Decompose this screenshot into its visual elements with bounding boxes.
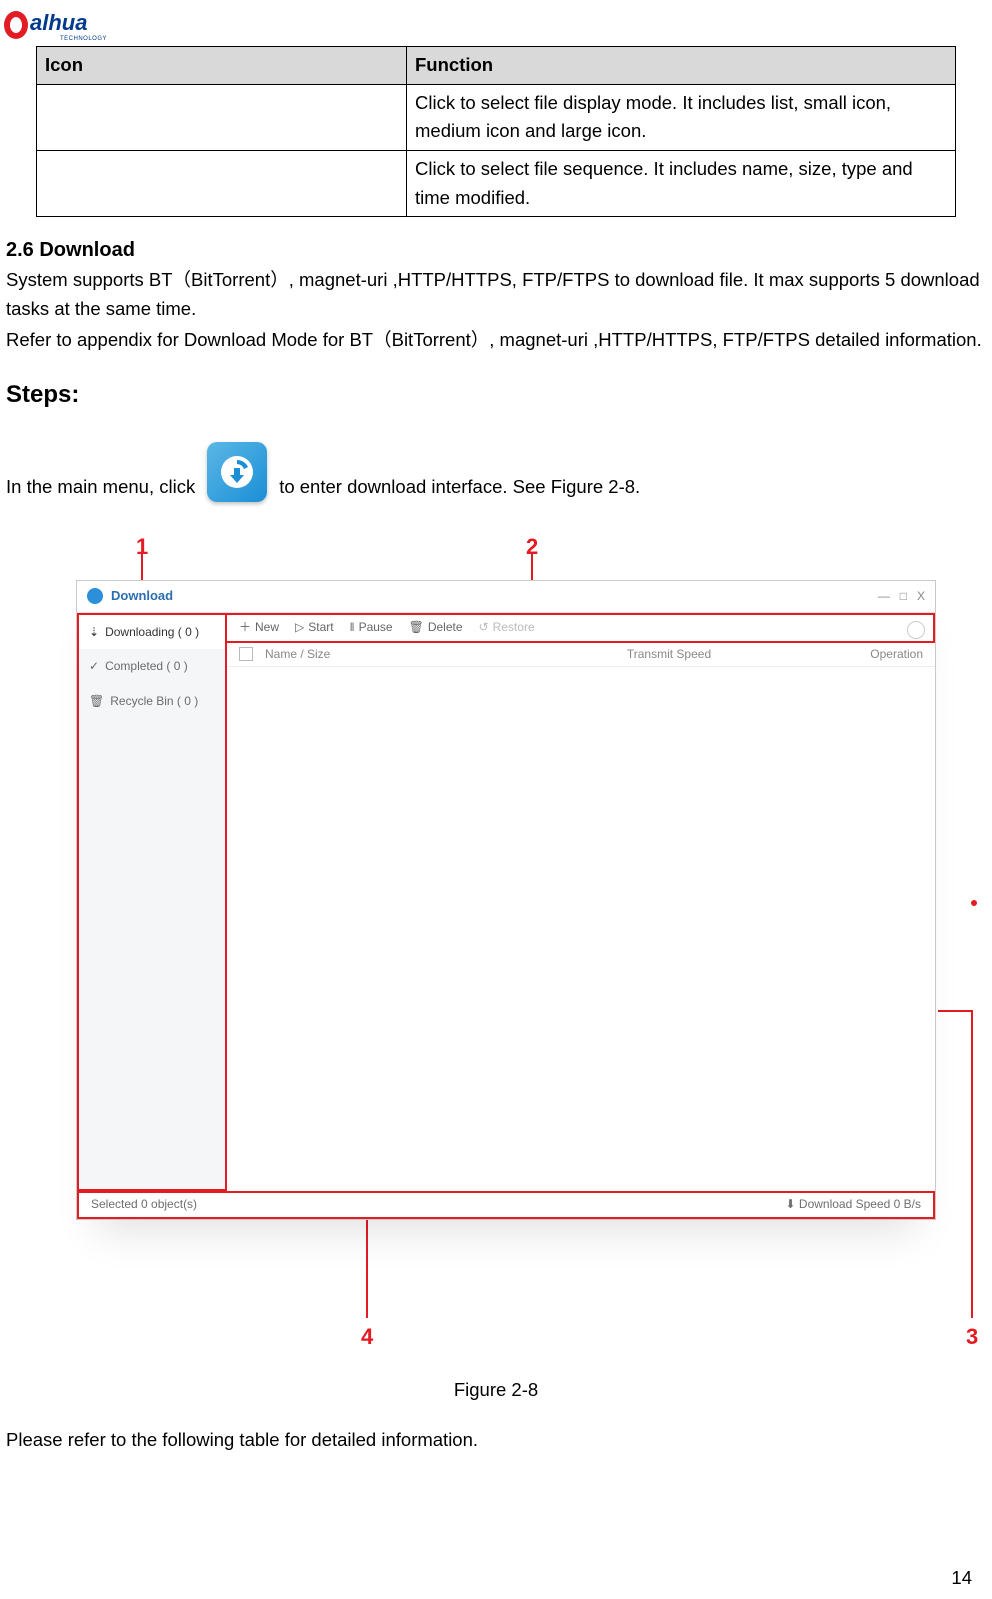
svg-text:TECHNOLOGY: TECHNOLOGY — [60, 36, 107, 42]
status-speed-value: Download Speed 0 B/s — [799, 1197, 921, 1211]
download-list-area — [227, 667, 935, 1191]
callout-dot — [971, 900, 977, 906]
play-icon: ▷ — [295, 618, 304, 637]
cell-func-1: Click to select file display mode. It in… — [407, 84, 956, 150]
button-label: Pause — [359, 618, 393, 637]
callout-line — [366, 1220, 368, 1318]
pause-icon: ‖ — [350, 618, 355, 637]
download-window: Download — □ X ⇣ Downloading ( 0 ) ✓ Co — [76, 580, 936, 1220]
sidebar-item-completed[interactable]: ✓ Completed ( 0 ) — [79, 649, 225, 684]
sidebar-item-label: Completed ( 0 ) — [105, 657, 188, 676]
pause-button[interactable]: ‖Pause — [350, 618, 393, 637]
restore-icon: ↺ — [479, 618, 489, 637]
section-heading: 2.6 Download — [6, 235, 986, 266]
start-button[interactable]: ▷Start — [295, 618, 334, 637]
button-label: New — [255, 618, 279, 637]
svg-text:alhua: alhua — [30, 10, 87, 35]
figure-2-8: 1 2 3 4 Download — □ X — [6, 530, 986, 1360]
check-icon: ✓ — [89, 657, 99, 676]
page-number: 14 — [951, 1567, 972, 1589]
status-speed: ⬇ Download Speed 0 B/s — [786, 1195, 921, 1214]
cell-icon-1 — [37, 84, 407, 150]
col-name: Name / Size — [265, 645, 515, 664]
cell-func-2: Click to select file sequence. It includ… — [407, 151, 956, 217]
select-all-checkbox[interactable] — [239, 647, 253, 661]
callout-line — [971, 1010, 973, 1318]
callout-3: 3 — [966, 1320, 978, 1354]
click-text-before: In the main menu, click — [6, 473, 195, 502]
window-close-icon[interactable]: X — [917, 587, 925, 606]
button-label: Delete — [428, 618, 463, 637]
window-title: Download — [111, 586, 173, 606]
callout-4: 4 — [361, 1320, 373, 1354]
icon-function-table: Icon Function Click to select file displ… — [36, 46, 956, 217]
callout-line — [938, 1010, 972, 1012]
figure-caption: Figure 2-8 — [6, 1376, 986, 1405]
download-sidebar: ⇣ Downloading ( 0 ) ✓ Completed ( 0 ) 🗑 … — [77, 613, 227, 1191]
restore-button[interactable]: ↺Restore — [479, 618, 535, 637]
download-app-icon — [207, 442, 267, 502]
download-toolbar: ＋New ▷Start ‖Pause 🗑Delete ↺Restore — [227, 613, 935, 643]
button-label: Restore — [493, 618, 535, 637]
search-icon[interactable] — [907, 621, 925, 639]
after-figure-text: Please refer to the following table for … — [6, 1426, 986, 1455]
section-p1: System supports BT（BitTorrent）, magnet-u… — [6, 266, 986, 323]
col-speed: Transmit Speed — [515, 645, 823, 664]
sidebar-item-recycle[interactable]: 🗑 Recycle Bin ( 0 ) — [79, 684, 225, 719]
downloading-icon: ⇣ — [89, 623, 99, 642]
steps-heading: Steps: — [6, 376, 986, 413]
new-button[interactable]: ＋New — [239, 618, 279, 637]
plus-icon: ＋ — [239, 618, 251, 637]
th-icon: Icon — [37, 47, 407, 85]
button-label: Start — [308, 618, 333, 637]
download-statusbar: Selected 0 object(s) ⬇ Download Speed 0 … — [77, 1191, 935, 1219]
window-max-icon[interactable]: □ — [900, 587, 907, 606]
trash-icon: 🗑 — [409, 618, 424, 637]
trash-icon: 🗑 — [89, 692, 104, 711]
th-function: Function — [407, 47, 956, 85]
window-min-icon[interactable]: — — [878, 587, 890, 606]
sidebar-item-label: Recycle Bin ( 0 ) — [110, 692, 198, 711]
section-p2: Refer to appendix for Download Mode for … — [6, 326, 986, 355]
col-operation: Operation — [823, 645, 923, 664]
download-window-icon — [87, 588, 103, 604]
column-header-row: Name / Size Transmit Speed Operation — [227, 643, 935, 667]
click-text-after: to enter download interface. See Figure … — [279, 473, 640, 502]
sidebar-item-label: Downloading ( 0 ) — [105, 623, 199, 642]
delete-button[interactable]: 🗑Delete — [409, 618, 463, 637]
sidebar-item-downloading[interactable]: ⇣ Downloading ( 0 ) — [79, 615, 225, 650]
brand-logo: alhua TECHNOLOGY — [2, 8, 992, 42]
status-selected: Selected 0 object(s) — [91, 1195, 197, 1214]
cell-icon-2 — [37, 151, 407, 217]
